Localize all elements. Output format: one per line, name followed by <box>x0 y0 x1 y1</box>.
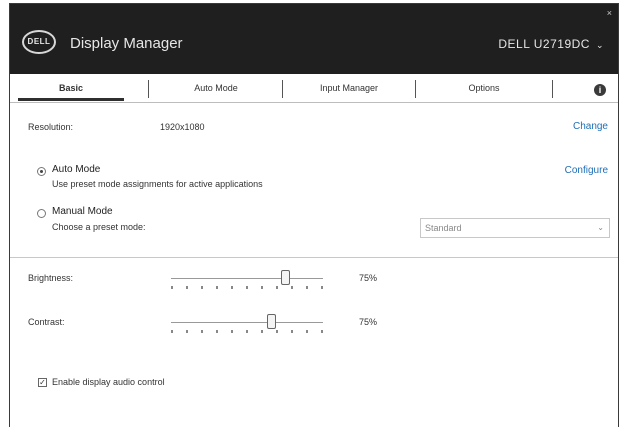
resolution-value: 1920x1080 <box>160 122 205 132</box>
brightness-value: 75% <box>359 273 378 283</box>
title-bar: DELL Display Manager × DELL U2719DC ⌄ <box>10 4 618 74</box>
brightness-label: Brightness: <box>28 273 74 283</box>
tab-separator <box>282 80 283 98</box>
change-resolution-link[interactable]: Change <box>573 121 608 132</box>
tab-separator <box>148 80 149 98</box>
tab-options[interactable]: Options <box>417 78 551 101</box>
dell-logo: DELL <box>22 30 56 54</box>
contrast-label: Contrast: <box>28 317 65 327</box>
preset-mode-value: Standard <box>425 223 462 233</box>
tab-separator <box>552 80 553 98</box>
tab-basic[interactable]: Basic <box>18 78 124 101</box>
manual-mode-description: Choose a preset mode: <box>52 222 146 232</box>
contrast-value: 75% <box>359 317 378 327</box>
tab-bar: Basic Auto Mode Input Manager Options <box>10 78 618 103</box>
resolution-label: Resolution: <box>28 122 74 132</box>
display-audio-checkbox[interactable]: ✓ <box>38 378 47 387</box>
contrast-slider-thumb[interactable] <box>266 314 276 329</box>
app-title: Display Manager <box>70 35 183 52</box>
info-icon[interactable]: i <box>594 84 606 96</box>
contrast-slider-track[interactable] <box>171 322 323 323</box>
chevron-down-icon: ⌄ <box>595 40 604 50</box>
brightness-slider-track[interactable] <box>171 278 323 279</box>
tab-separator <box>415 80 416 98</box>
brightness-slider-thumb[interactable] <box>280 270 290 285</box>
configure-link[interactable]: Configure <box>565 165 608 176</box>
manual-mode-radio[interactable] <box>37 209 46 218</box>
preset-mode-select[interactable]: Standard ⌄ <box>420 218 610 238</box>
tab-auto-mode[interactable]: Auto Mode <box>150 78 282 101</box>
auto-mode-description: Use preset mode assignments for active a… <box>52 179 263 189</box>
section-divider <box>10 257 618 258</box>
brightness-ticks <box>171 286 323 289</box>
monitor-selector[interactable]: DELL U2719DC ⌄ <box>498 37 604 51</box>
monitor-name: DELL U2719DC <box>498 37 590 51</box>
dropdown-arrow-icon: ⌄ <box>597 223 604 232</box>
auto-mode-radio[interactable] <box>37 167 46 176</box>
display-audio-label: Enable display audio control <box>52 377 165 387</box>
auto-mode-title: Auto Mode <box>52 164 101 175</box>
close-icon[interactable]: × <box>607 8 612 18</box>
contrast-ticks <box>171 330 323 333</box>
display-manager-window: DELL Display Manager × DELL U2719DC ⌄ Bas… <box>9 3 619 427</box>
manual-mode-title: Manual Mode <box>52 206 113 217</box>
tab-input-manager[interactable]: Input Manager <box>284 78 414 101</box>
